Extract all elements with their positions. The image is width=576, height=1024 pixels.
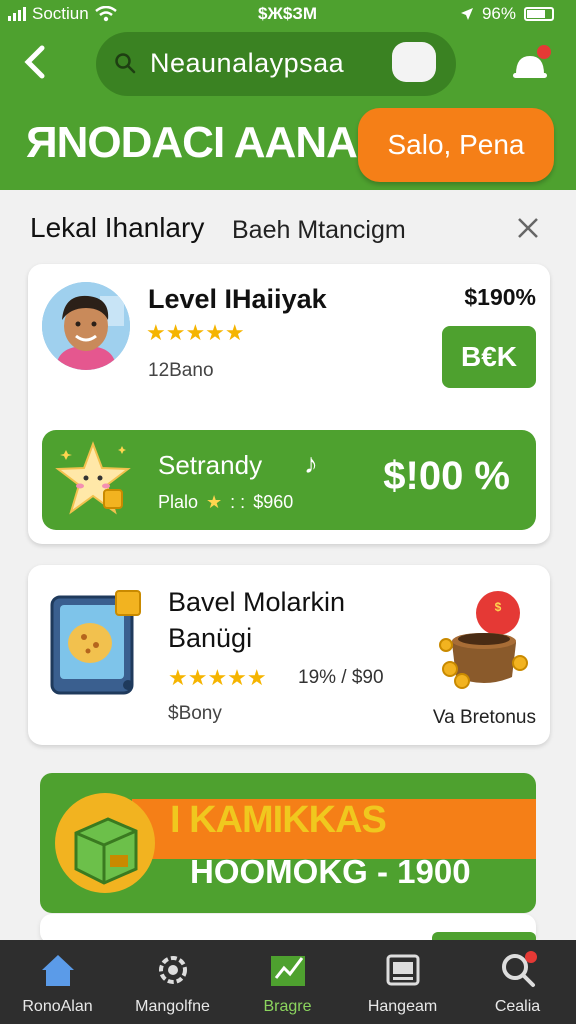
promo-title: Setrandy <box>158 450 263 480</box>
promo-sub-price: $960 <box>253 492 294 512</box>
buy-button[interactable]: B€K <box>442 326 536 388</box>
search-icon <box>115 53 136 74</box>
tab-label: Hangeam <box>367 998 438 1015</box>
tab-manage[interactable]: Mangolfne <box>115 940 230 1024</box>
promo-sub-label: Plalo <box>158 492 199 512</box>
rating-stars: ★★★★★ <box>168 665 267 690</box>
filter-bar: Lekal Ihanlary Baeh Mtancigm <box>0 190 576 270</box>
tab-label: RonoAlan <box>22 998 93 1015</box>
chevron-left-icon <box>24 45 45 79</box>
promo-sub-separator: : : <box>230 492 246 512</box>
promo-button[interactable]: Salo, Pena <box>358 108 554 182</box>
star-icon: ★ <box>206 492 223 512</box>
product-price: $190% <box>464 284 536 310</box>
back-button[interactable] <box>20 42 54 86</box>
search-bar[interactable]: Neaunalaypsaa <box>96 32 456 96</box>
music-note-icon: ♪ <box>304 448 318 479</box>
tab-home[interactable]: RonoAlan <box>0 940 115 1024</box>
tab-cards[interactable]: Hangeam <box>345 940 460 1024</box>
app-header: Soctiun $Ж$ЗМ 96% Neaunalaypsaa ЯNODACI … <box>0 0 576 190</box>
tab-label: Cealia <box>494 998 541 1015</box>
bonus-label: Va Bretonus <box>432 707 536 728</box>
status-time: $Ж$ЗМ <box>258 4 318 23</box>
bottom-tab-bar: RonoAlan Mangolfne Bragre Hangeam Cealia <box>0 940 576 1024</box>
signal-icon <box>8 7 26 21</box>
rating-stars: ★★★★★ <box>146 320 245 345</box>
product-subtitle: $Bony <box>168 703 222 724</box>
carrier-info: Soctiun <box>8 4 117 24</box>
wifi-icon <box>94 6 117 22</box>
status-bar: Soctiun $Ж$ЗМ 96% <box>0 4 576 26</box>
search-icon <box>502 951 537 987</box>
avatar <box>42 282 130 370</box>
search-input[interactable]: Neaunalaypsaa <box>150 48 344 79</box>
treasure-pot-icon: $ <box>439 591 528 689</box>
promo-row[interactable]: Setrandy ♪ Plalo ★ : : $960 $!00 % <box>42 430 536 530</box>
svg-text:$: $ <box>495 600 502 614</box>
gift-box-icon <box>55 793 155 893</box>
battery-percent: 96% <box>481 4 516 23</box>
tablet-icon <box>50 590 141 695</box>
cloud-icon[interactable] <box>392 42 436 82</box>
product-title-line2: Banügi <box>168 623 253 653</box>
card-icon <box>386 954 420 986</box>
banner-subtitle: HOOMOKG - 1900 <box>190 853 471 890</box>
brand-title: ЯNODACI AANAN <box>26 118 389 167</box>
promo-banner[interactable]: I KAMIKKAS HOOMOKG - 1900 <box>40 773 536 913</box>
close-icon[interactable] <box>516 212 540 246</box>
close-x-icon <box>518 218 538 238</box>
product-stats: 19% / $90 <box>298 667 384 688</box>
promo-sub: Plalo ★ : : $960 <box>158 492 293 513</box>
star-mascot-icon <box>55 441 131 515</box>
notification-icon[interactable] <box>508 44 552 88</box>
chart-icon <box>271 956 305 986</box>
product-title-line1: Bavel Molarkin <box>168 587 346 617</box>
battery-icon <box>524 7 554 21</box>
gear-icon <box>159 956 187 984</box>
filter-tag[interactable]: Baeh Mtancigm <box>232 216 406 245</box>
promo-price: $!00 % <box>383 454 510 498</box>
tab-label: Bragre <box>263 998 312 1015</box>
location-icon <box>460 8 473 20</box>
carrier-name: Soctiun <box>32 4 89 23</box>
home-icon <box>42 955 74 986</box>
status-right: 96% <box>460 4 554 24</box>
tab-label: Mangolfne <box>135 998 210 1015</box>
product-card[interactable]: Level IHaiiyak ★★★★★ 12Bano $190% B€K Se… <box>28 264 550 544</box>
product-subtitle: 12Bano <box>148 360 214 381</box>
tab-search[interactable]: Cealia <box>460 940 575 1024</box>
banner-title: I KAMIKKAS <box>170 799 387 841</box>
product-name: Level IHaiiyak <box>148 284 327 314</box>
person-avatar-icon <box>42 282 130 370</box>
product-card[interactable]: Bavel Molarkin Banügi ★★★★★ 19% / $90 $B… <box>28 565 550 745</box>
filter-title: Lekal Ihanlary <box>30 212 205 243</box>
tab-stats[interactable]: Bragre <box>230 940 345 1024</box>
